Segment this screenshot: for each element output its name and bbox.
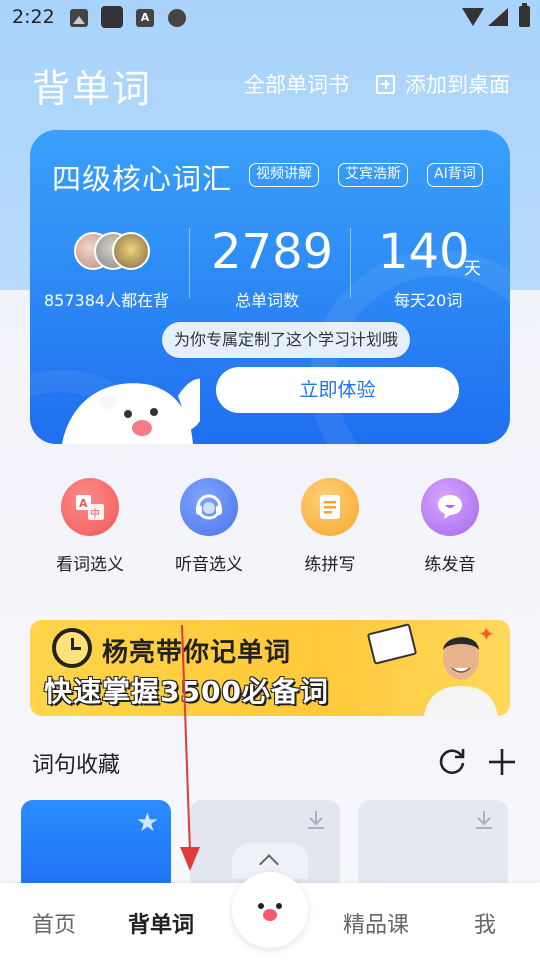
divider xyxy=(350,228,351,298)
function-label: 练拼写 xyxy=(304,555,356,575)
sparkle-icon: ✦ xyxy=(478,622,495,646)
add-to-desktop-button[interactable]: 添加到桌面 xyxy=(376,69,510,99)
headset-icon xyxy=(180,478,238,536)
collection-title: 词句收藏 xyxy=(32,753,121,778)
function-label: 听音选义 xyxy=(175,555,243,575)
status-bar: 2:22 A xyxy=(0,0,540,36)
function-pronunciation[interactable]: 练发音 xyxy=(390,478,510,575)
plan-days-unit: 天 xyxy=(464,259,481,279)
learner-avatars xyxy=(74,232,154,270)
download-icon xyxy=(308,811,324,829)
try-now-button[interactable]: 立即体验 xyxy=(216,367,459,413)
plan-tip-bubble: 为你专属定制了这个学习计划哦 xyxy=(162,322,411,358)
chat-notification-icon xyxy=(168,9,186,27)
tag-video: 视频讲解 xyxy=(249,163,319,187)
function-label: 练发音 xyxy=(424,555,476,575)
tag-ai: AI背词 xyxy=(427,163,483,187)
function-spelling[interactable]: 练拼写 xyxy=(270,478,390,575)
daily-words-label: 每天20词 xyxy=(394,291,463,310)
wifi-icon xyxy=(462,8,484,26)
battery-icon xyxy=(519,3,530,27)
download-icon xyxy=(476,811,492,829)
speech-bubble-icon xyxy=(421,478,479,536)
function-listen-meaning[interactable]: 听音选义 xyxy=(149,478,269,575)
avatar xyxy=(112,232,150,270)
plus-icon[interactable] xyxy=(488,748,516,776)
status-time: 2:22 xyxy=(12,6,55,28)
add-square-icon xyxy=(376,74,395,94)
total-words-label: 总单词数 xyxy=(235,291,300,310)
translate-icon: A 中 xyxy=(61,478,119,536)
book-icon xyxy=(366,623,418,665)
function-word-meaning[interactable]: A 中 看词选义 xyxy=(30,478,150,575)
mascot-tab-icon[interactable] xyxy=(232,872,308,948)
photo-notification-icon xyxy=(70,9,88,27)
svg-text:中: 中 xyxy=(90,507,100,520)
promo-banner[interactable]: 杨亮带你记单词 快速掌握3500必备词 ✦ xyxy=(30,620,510,716)
star-icon: ★ xyxy=(135,808,159,838)
page-title: 背单词 xyxy=(32,67,153,111)
svg-text:A: A xyxy=(79,497,88,510)
plan-days-number: 140 xyxy=(378,224,470,280)
nav-words[interactable]: 背单词 xyxy=(128,907,194,939)
divider xyxy=(189,228,190,298)
tag-ebbinghaus: 艾宾浩斯 xyxy=(338,163,408,187)
signal-icon xyxy=(488,8,508,26)
notepad-icon xyxy=(301,478,359,536)
font-notification-icon: A xyxy=(136,9,154,27)
mascot-icon xyxy=(62,378,200,444)
nav-home[interactable]: 首页 xyxy=(32,907,76,939)
app-notification-icon xyxy=(101,6,123,28)
annotation-arrow xyxy=(180,625,200,871)
vocab-book-card[interactable]: 四级核心词汇 视频讲解 艾宾浩斯 AI背词 857384人都在背 2789 总单… xyxy=(30,130,510,444)
all-books-link[interactable]: 全部单词书 xyxy=(244,69,349,99)
alarm-clock-icon xyxy=(52,628,92,668)
function-label: 看词选义 xyxy=(56,555,124,575)
refresh-icon[interactable] xyxy=(437,746,467,776)
book-title: 四级核心词汇 xyxy=(52,162,233,196)
nav-me[interactable]: 我 xyxy=(474,907,496,939)
nav-course[interactable]: 精品课 xyxy=(343,907,409,939)
add-to-desktop-label: 添加到桌面 xyxy=(405,73,510,97)
total-words-number: 2789 xyxy=(211,224,334,280)
learners-count: 857384人都在背 xyxy=(44,291,170,310)
